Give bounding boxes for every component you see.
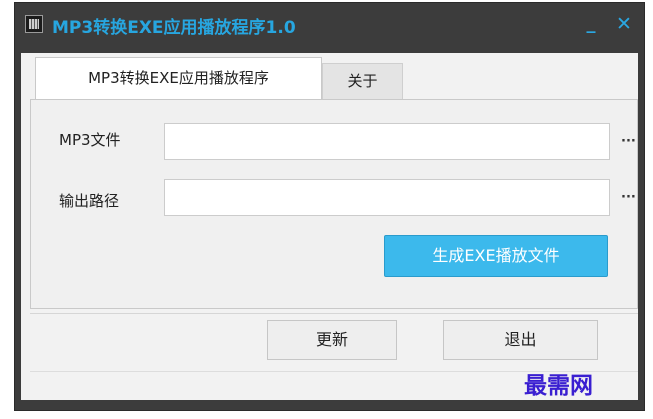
converter-panel: MP3文件 ··· 输出路径 ··· 生成EXE播放文件 <box>30 99 638 309</box>
close-button[interactable]: ✕ <box>613 11 635 37</box>
app-icon <box>25 15 43 33</box>
update-button[interactable]: 更新 <box>267 320 397 360</box>
client-area: MP3转换EXE应用播放程序 关于 MP3文件 ··· 输出路径 ··· 生成E… <box>21 53 638 400</box>
mp3-browse-button[interactable]: ··· <box>621 134 636 149</box>
tab-converter[interactable]: MP3转换EXE应用播放程序 <box>35 57 322 99</box>
output-path-input[interactable] <box>164 179 610 216</box>
title-bar[interactable]: MP3转换EXE应用播放程序1.0 _ ✕ <box>15 3 644 53</box>
mp3-file-input[interactable] <box>164 123 610 160</box>
output-path-label: 输出路径 <box>59 192 120 210</box>
exit-button[interactable]: 退出 <box>443 320 598 360</box>
minimize-button[interactable]: _ <box>580 11 602 37</box>
tab-about[interactable]: 关于 <box>322 63 403 99</box>
output-browse-button[interactable]: ··· <box>621 190 636 205</box>
watermark-logo: 最需网 <box>524 372 593 399</box>
generate-exe-button[interactable]: 生成EXE播放文件 <box>384 235 608 277</box>
mp3-file-label: MP3文件 <box>59 131 121 149</box>
divider <box>30 313 638 314</box>
app-window: MP3转换EXE应用播放程序1.0 _ ✕ MP3转换EXE应用播放程序 关于 … <box>14 2 645 411</box>
window-title: MP3转换EXE应用播放程序1.0 <box>52 18 296 38</box>
